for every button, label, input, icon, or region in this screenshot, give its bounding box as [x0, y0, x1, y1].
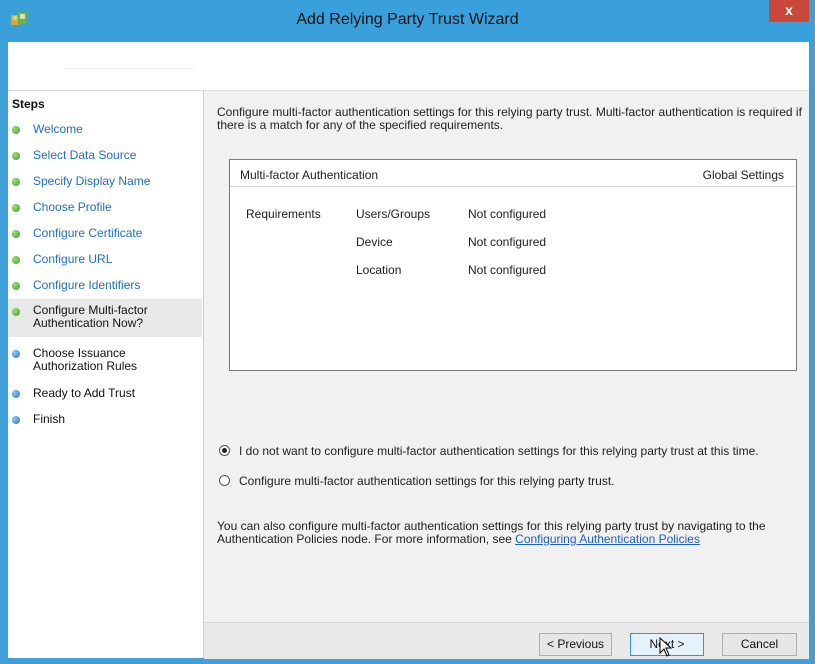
configuring-auth-policies-link[interactable]: Configuring Authentication Policies [515, 532, 700, 546]
step-label: Configure URL [33, 252, 113, 266]
button-bar: < Previous Next > Cancel [204, 622, 809, 659]
step-label: Configure Identifiers [33, 278, 141, 292]
step-current-icon [12, 308, 20, 316]
wizard-window: Add Relying Party Trust Wizard x Steps W… [0, 0, 815, 664]
step-pending-icon [12, 350, 20, 358]
main-content: Configure multi-factor authentication se… [204, 91, 809, 658]
step-complete-icon [12, 204, 20, 212]
step-complete-icon [12, 230, 20, 238]
mfa-settings-box: Multi-factor Authentication Global Setti… [229, 159, 797, 371]
requirement-value: Not configured [468, 207, 547, 221]
global-settings-label: Global Settings [702, 168, 784, 182]
requirement-key: Location [356, 263, 402, 277]
requirement-value: Not configured [468, 235, 547, 249]
step-configure-url[interactable]: Configure URL [8, 251, 202, 269]
step-finish[interactable]: Finish [8, 411, 202, 429]
step-complete-icon [12, 126, 20, 134]
close-button[interactable]: x [769, 0, 809, 22]
note-line-2-text: Authentication Policies node. For more i… [217, 532, 516, 546]
step-complete-icon [12, 152, 20, 160]
step-configure-certificate[interactable]: Configure Certificate [8, 225, 202, 243]
step-complete-icon [12, 282, 20, 290]
wizard-banner [8, 42, 809, 91]
steps-title: Steps [12, 97, 45, 111]
step-complete-icon [12, 178, 20, 186]
radio-label[interactable]: I do not want to configure multi-factor … [239, 444, 759, 458]
window-title: Add Relying Party Trust Wizard [296, 11, 519, 28]
radio-button[interactable] [219, 475, 230, 486]
previous-button[interactable]: < Previous [539, 633, 612, 656]
step-pending-icon [12, 390, 20, 398]
step-choose-profile[interactable]: Choose Profile [8, 199, 202, 217]
requirement-key: Device [356, 235, 393, 249]
step-welcome[interactable]: Welcome [8, 121, 202, 139]
info-note: You can also configure multi-factor auth… [217, 520, 807, 546]
step-select-data-source[interactable]: Select Data Source [8, 147, 202, 165]
step-label: Welcome [33, 122, 83, 136]
step-label-line2: Authentication Now? [33, 316, 144, 330]
step-configure-mfa[interactable]: Configure Multi-factor Authentication No… [8, 299, 202, 337]
step-complete-icon [12, 256, 20, 264]
step-label: Configure Certificate [33, 226, 143, 240]
mouse-cursor-icon [659, 637, 673, 657]
cancel-button[interactable]: Cancel [722, 633, 797, 656]
intro-line-2: there is a match for any of the specifie… [217, 118, 504, 132]
step-pending-icon [12, 416, 20, 424]
step-label-line2: Authorization Rules [33, 359, 138, 373]
step-label: Specify Display Name [33, 174, 151, 188]
radio-button-selected[interactable] [219, 445, 230, 456]
step-choose-issuance-rules[interactable]: Choose Issuance Authorization Rules [8, 345, 202, 377]
requirements-label: Requirements [246, 207, 321, 221]
step-configure-identifiers[interactable]: Configure Identifiers [8, 277, 202, 295]
step-specify-display-name[interactable]: Specify Display Name [8, 173, 202, 191]
steps-panel: Steps Welcome Select Data Source Specify… [8, 91, 204, 658]
step-label: Ready to Add Trust [33, 386, 136, 400]
mfa-header-label: Multi-factor Authentication [240, 168, 379, 182]
step-label: Finish [33, 412, 66, 426]
intro-text: Configure multi-factor authentication se… [217, 106, 802, 132]
title-bar[interactable]: Add Relying Party Trust Wizard x [0, 0, 815, 42]
radio-label[interactable]: Configure multi-factor authentication se… [239, 474, 615, 488]
banner-divider [64, 68, 194, 69]
step-label: Choose Profile [33, 200, 112, 214]
step-ready-to-add-trust[interactable]: Ready to Add Trust [8, 385, 202, 403]
wizard-client-area: Steps Welcome Select Data Source Specify… [8, 42, 809, 659]
step-label: Select Data Source [33, 148, 137, 162]
note-line-2: Authentication Policies node. For more i… [217, 533, 807, 546]
requirement-key: Users/Groups [356, 207, 431, 221]
requirement-value: Not configured [468, 263, 547, 277]
mfa-box-header: Multi-factor Authentication Global Setti… [230, 160, 796, 187]
